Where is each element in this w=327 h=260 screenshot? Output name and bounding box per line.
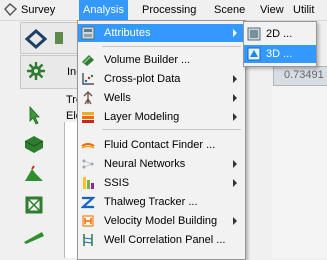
diamond-tool-icon[interactable] <box>24 28 48 50</box>
menu-processing[interactable]: Processing <box>138 0 200 20</box>
submenu-item-2d[interactable]: 2D ... <box>244 25 316 43</box>
analysis-menu: Attributes Volume Builder ... Cross-plot… <box>77 20 246 260</box>
wells-icon <box>81 91 95 105</box>
submenu-arrow-icon <box>233 75 237 83</box>
volume-builder-label: Volume Builder ... <box>104 54 191 66</box>
attr-2d-label: 2D ... <box>266 28 293 40</box>
attributes-label: Attributes <box>104 27 151 39</box>
attr-3d-label: 3D ... <box>266 48 293 60</box>
submenu-arrow-icon <box>233 94 237 102</box>
volume-builder-icon <box>81 53 95 67</box>
wells-label: Wells <box>104 92 131 104</box>
value-field[interactable]: 0.73491 <box>273 66 327 86</box>
menu-item-wells[interactable]: Wells <box>78 89 245 107</box>
menubar: Survey Analysis Processing Scene View Ut… <box>0 0 327 21</box>
ssis-label: SSIS <box>104 177 130 189</box>
crossplot-icon <box>81 72 95 86</box>
menu-item-velocity-model-building[interactable]: Velocity Model Building <box>78 212 245 230</box>
partial-toolbar-icon[interactable] <box>54 28 64 48</box>
menu-separator <box>102 129 241 130</box>
neural-networks-label: Neural Networks <box>104 158 186 170</box>
submenu-item-3d[interactable]: 3D ... <box>244 45 316 63</box>
fluid-contact-label: Fluid Contact Finder ... <box>104 139 216 151</box>
layer-modeling-icon <box>81 110 95 124</box>
menu-item-fluid-contact-finder[interactable]: Fluid Contact Finder ... <box>78 136 245 154</box>
submenu-arrow-icon <box>233 29 237 37</box>
menu-analysis[interactable]: Analysis <box>79 0 128 20</box>
arrow-pick-icon[interactable] <box>22 104 46 126</box>
thalweg-label: Thalweg Tracker ... <box>104 196 198 208</box>
menu-scene[interactable]: Scene <box>210 0 249 20</box>
cross-section-icon[interactable] <box>22 194 46 216</box>
menu-item-thalweg-tracker[interactable]: Thalweg Tracker ... <box>78 193 245 211</box>
menu-view[interactable]: View <box>256 0 288 20</box>
gear-icon[interactable] <box>24 60 48 82</box>
well-correlation-icon <box>81 233 95 247</box>
thalweg-icon <box>80 195 96 209</box>
menu-item-crossplot-data[interactable]: Cross-plot Data <box>78 70 245 88</box>
submenu-arrow-icon <box>233 179 237 187</box>
submenu-arrow-icon <box>233 160 237 168</box>
plane-icon[interactable] <box>22 224 46 246</box>
attr-3d-icon <box>247 47 261 61</box>
velocity-model-label: Velocity Model Building <box>104 215 218 227</box>
menu-separator <box>102 46 241 47</box>
attributes-icon <box>81 26 95 40</box>
well-correlation-label: Well Correlation Panel ... <box>104 234 226 246</box>
layer-modeling-label: Layer Modeling <box>104 111 180 123</box>
value-text: 0.73491 <box>284 69 324 81</box>
survey-icon <box>4 3 18 17</box>
menu-survey[interactable]: Survey <box>17 0 59 20</box>
menu-utilities[interactable]: Utilit <box>289 0 318 20</box>
neural-networks-icon <box>81 157 95 171</box>
menu-item-ssis[interactable]: SSIS <box>78 174 245 192</box>
menu-item-well-correlation-panel[interactable]: Well Correlation Panel ... <box>78 231 245 249</box>
attributes-submenu: 2D ... 3D ... <box>243 21 317 67</box>
menu-item-neural-networks[interactable]: Neural Networks <box>78 155 245 173</box>
crossplot-label: Cross-plot Data <box>104 73 181 85</box>
velocity-model-icon <box>81 214 95 228</box>
submenu-arrow-icon <box>233 217 237 225</box>
menu-item-layer-modeling[interactable]: Layer Modeling <box>78 108 245 126</box>
attr-2d-icon <box>247 27 261 41</box>
surface-icon[interactable] <box>22 164 46 186</box>
grey-area <box>272 86 327 258</box>
ssis-icon <box>81 176 95 190</box>
menu-item-volume-builder[interactable]: Volume Builder ... <box>78 51 245 69</box>
horizon-cube-icon[interactable] <box>22 133 46 155</box>
fluid-contact-icon <box>81 138 95 152</box>
menu-item-attributes[interactable]: Attributes <box>78 24 245 42</box>
submenu-arrow-icon <box>233 113 237 121</box>
